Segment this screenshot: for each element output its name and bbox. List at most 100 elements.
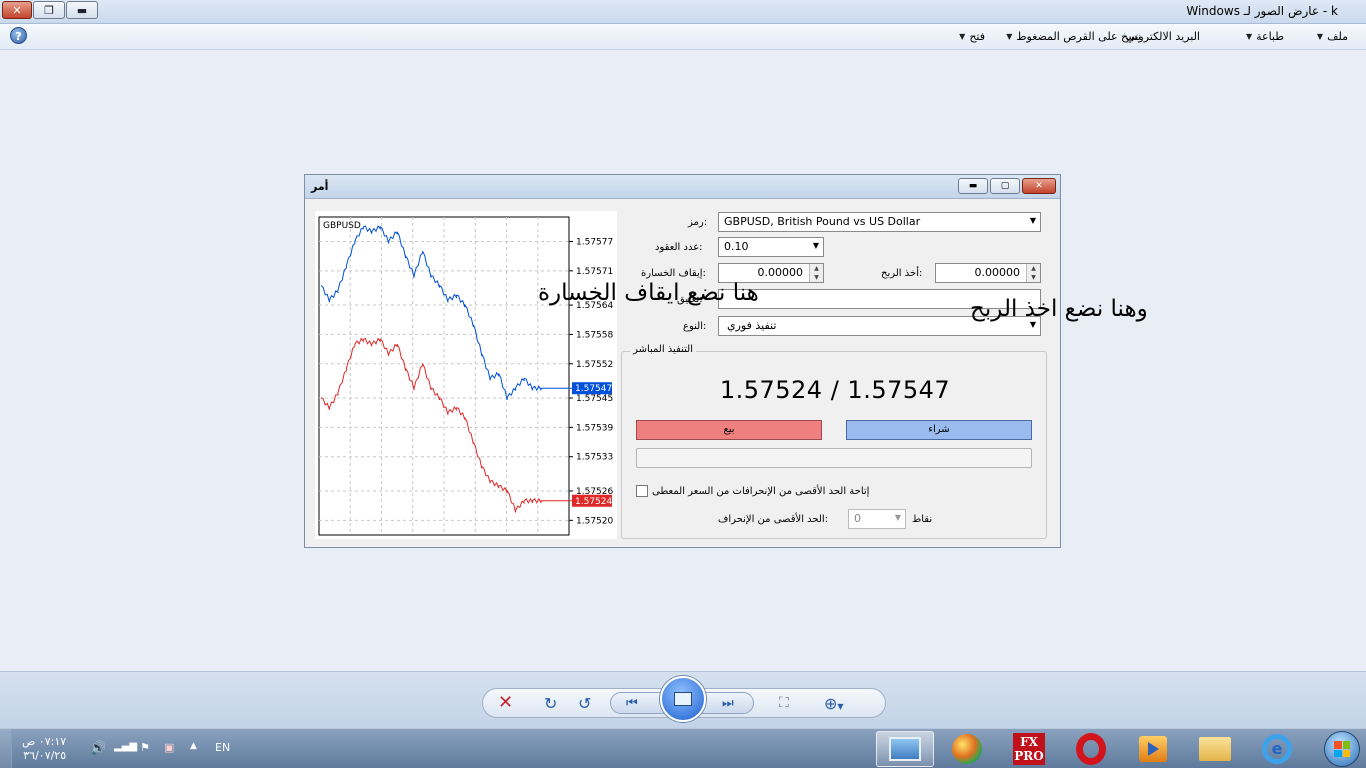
chart-last-price-label: 1.57547 (575, 384, 612, 394)
group-label: التنفيذ المباشر (630, 344, 696, 355)
paint-icon (952, 734, 982, 764)
symbol-label: :رمز (688, 217, 708, 228)
rotate-clockwise-icon[interactable]: ↻ (544, 694, 557, 713)
dialog-minimize-button: ▬ (958, 178, 988, 194)
actual-size-icon[interactable]: ⛶ (779, 695, 789, 711)
chevron-down-icon: ▼ (812, 241, 819, 250)
buy-button: شراء (846, 420, 1032, 440)
menu-burn-label: نسخ على القرص المضغوط (1016, 30, 1141, 43)
window-title: k - عارض الصور لـ Windows (1186, 4, 1338, 18)
language-indicator[interactable]: EN (215, 741, 230, 754)
menu-open[interactable]: فتح ▼ (959, 30, 985, 43)
chevron-down-icon: ▼ (1245, 32, 1253, 41)
taskbar-ie[interactable]: e (1248, 731, 1306, 767)
volume-value: 0.10 (724, 240, 749, 253)
fxpro-icon: FX PRO (1013, 733, 1045, 765)
delete-icon[interactable]: ✕ (498, 692, 513, 713)
action-center-icon[interactable]: ⚑ (140, 741, 150, 754)
network-icon[interactable]: ▂▄▆ (114, 741, 137, 752)
taskbar-fxpro[interactable]: FX PRO (1000, 731, 1058, 767)
deviation-value: 0 (854, 512, 861, 525)
chart-tick-label: 1.57545 (576, 394, 613, 404)
deviation-select: 0 ▼ (848, 509, 906, 529)
chart-tick-label: 1.57571 (576, 267, 613, 277)
taskbar: ٠٧:١٧ ص ٣٦/٠٧/٢٥ 🔊 ▂▄▆ ⚑ ▣ ▲ EN FX PRO e (0, 728, 1366, 768)
taskbar-opera[interactable] (1062, 731, 1120, 767)
restore-button[interactable]: ❐ (33, 1, 65, 19)
previous-icon[interactable]: ⏮ (626, 696, 638, 711)
zoom-icon[interactable]: ⊕▼ (824, 694, 844, 713)
takeprofit-field: 0.00000 ▲ ▼ (935, 263, 1041, 283)
takeprofit-label: :أخذ الربح (881, 268, 923, 279)
deviation-unit: نقاط (912, 514, 933, 525)
chevron-down-icon: ▼ (1029, 216, 1036, 225)
next-icon[interactable]: ⏭ (722, 696, 734, 711)
help-icon[interactable]: ? (10, 27, 27, 44)
dialog-titlebar: أمر ▬ ▢ ✕ (305, 175, 1060, 199)
spinner-icon: ▲ ▼ (1026, 264, 1040, 282)
volume-label: :عدد العقود (655, 242, 703, 253)
clock[interactable]: ٠٧:١٧ ص ٣٦/٠٧/٢٥ (22, 735, 66, 763)
rotate-counterclockwise-icon[interactable]: ↺ (578, 694, 591, 713)
deviation-check-label: إتاحة الحد الأقصى من الإنحرافات من السعر… (652, 486, 870, 497)
stoploss-value: 0.00000 (757, 266, 804, 279)
menu-file[interactable]: ملف ▼ (1317, 30, 1348, 43)
chart-svg: 1.575771.575711.575641.575581.575521.575… (318, 216, 613, 536)
taskbar-explorer[interactable] (1186, 731, 1244, 767)
stoploss-label: :إيقاف الخسارة (641, 268, 706, 279)
symbol-select: GBPUSD, British Pound vs US Dollar ▼ (718, 212, 1041, 232)
menubar: ? ملف ▼ طباعة ▼ البريد الالكتروني نسخ عل… (0, 24, 1366, 50)
deviation-label: :الحد الأقصى من الإنحراف (718, 514, 829, 525)
spinner-icon: ▲ ▼ (809, 264, 823, 282)
ie-icon: e (1262, 734, 1292, 764)
tray-expand-icon[interactable]: ▲ (190, 741, 197, 751)
fxpro-label-2: PRO (1014, 749, 1044, 763)
chevron-down-icon: ▼ (1316, 32, 1324, 41)
sell-button: بيع (636, 420, 822, 440)
taskbar-photo-viewer[interactable] (876, 731, 934, 767)
start-button[interactable] (1324, 731, 1360, 767)
minimize-button[interactable]: ▬ (66, 1, 98, 19)
clock-time: ٠٧:١٧ ص (22, 735, 67, 748)
chart-tick-label: 1.57552 (576, 360, 613, 370)
menu-open-label: فتح (969, 30, 985, 43)
stoploss-annotation: هنا نضع ايقاف الخسارة (538, 280, 759, 306)
taskbar-media-player[interactable] (1124, 731, 1182, 767)
takeprofit-value: 0.00000 (974, 266, 1021, 279)
chart-tick-label: 1.57533 (576, 453, 613, 463)
window-titlebar: ✕ ❐ ▬ k - عارض الصور لـ Windows (0, 0, 1366, 24)
order-dialog-image: أمر ▬ ▢ ✕ 1.57577 1.57571 1.57564 1.57558 1.… (304, 174, 1061, 548)
chart-tick-label: 1.57577 (576, 237, 613, 247)
chevron-down-icon: ▼ (959, 32, 966, 41)
menu-print[interactable]: طباعة ▼ (1246, 30, 1284, 43)
windows-logo-icon (1334, 741, 1350, 757)
type-label: :النوع (683, 321, 707, 332)
volume-icon[interactable]: 🔊 (90, 741, 106, 756)
close-button[interactable]: ✕ (2, 1, 32, 19)
symbol-value: GBPUSD, British Pound vs US Dollar (724, 215, 921, 228)
taskbar-paint[interactable] (938, 731, 996, 767)
progress-bar (636, 448, 1032, 468)
show-desktop-button[interactable] (0, 729, 12, 768)
menu-burn[interactable]: نسخ على القرص المضغوط ▼ (1006, 30, 1141, 43)
bid-ask-price: 1.57524 / 1.57547 (719, 376, 951, 404)
opera-icon (1076, 733, 1106, 765)
dialog-title: أمر (311, 180, 329, 193)
chart-tick-label: 1.57539 (576, 423, 613, 433)
folder-icon (1199, 737, 1231, 761)
takeprofit-annotation: وهنا نضع اخذ الربح (970, 296, 1148, 322)
clock-date: ٣٦/٠٧/٢٥ (23, 749, 67, 762)
viewer-controls: ✕ ↻ ↺ ⏮ ⏭ ⛶ ⊕▼ (0, 671, 1366, 728)
fxpro-label-1: FX (1020, 735, 1038, 749)
window-controls: ✕ ❐ ▬ (2, 1, 98, 19)
volume-select: 0.10 ▼ (718, 237, 824, 257)
menu-file-label: ملف (1327, 30, 1348, 43)
media-player-icon (1139, 736, 1167, 762)
market-execution-group: التنفيذ المباشر 1.57524 / 1.57547 بيع شر… (621, 344, 1047, 539)
slideshow-button[interactable] (660, 676, 706, 722)
power-icon[interactable]: ▣ (164, 741, 174, 754)
dialog-window-controls: ▬ ▢ ✕ (958, 178, 1056, 194)
chart-last-price-label: 1.57524 (575, 497, 612, 507)
type-value: تنفيذ فوري (727, 319, 777, 332)
slideshow-icon (674, 692, 692, 706)
